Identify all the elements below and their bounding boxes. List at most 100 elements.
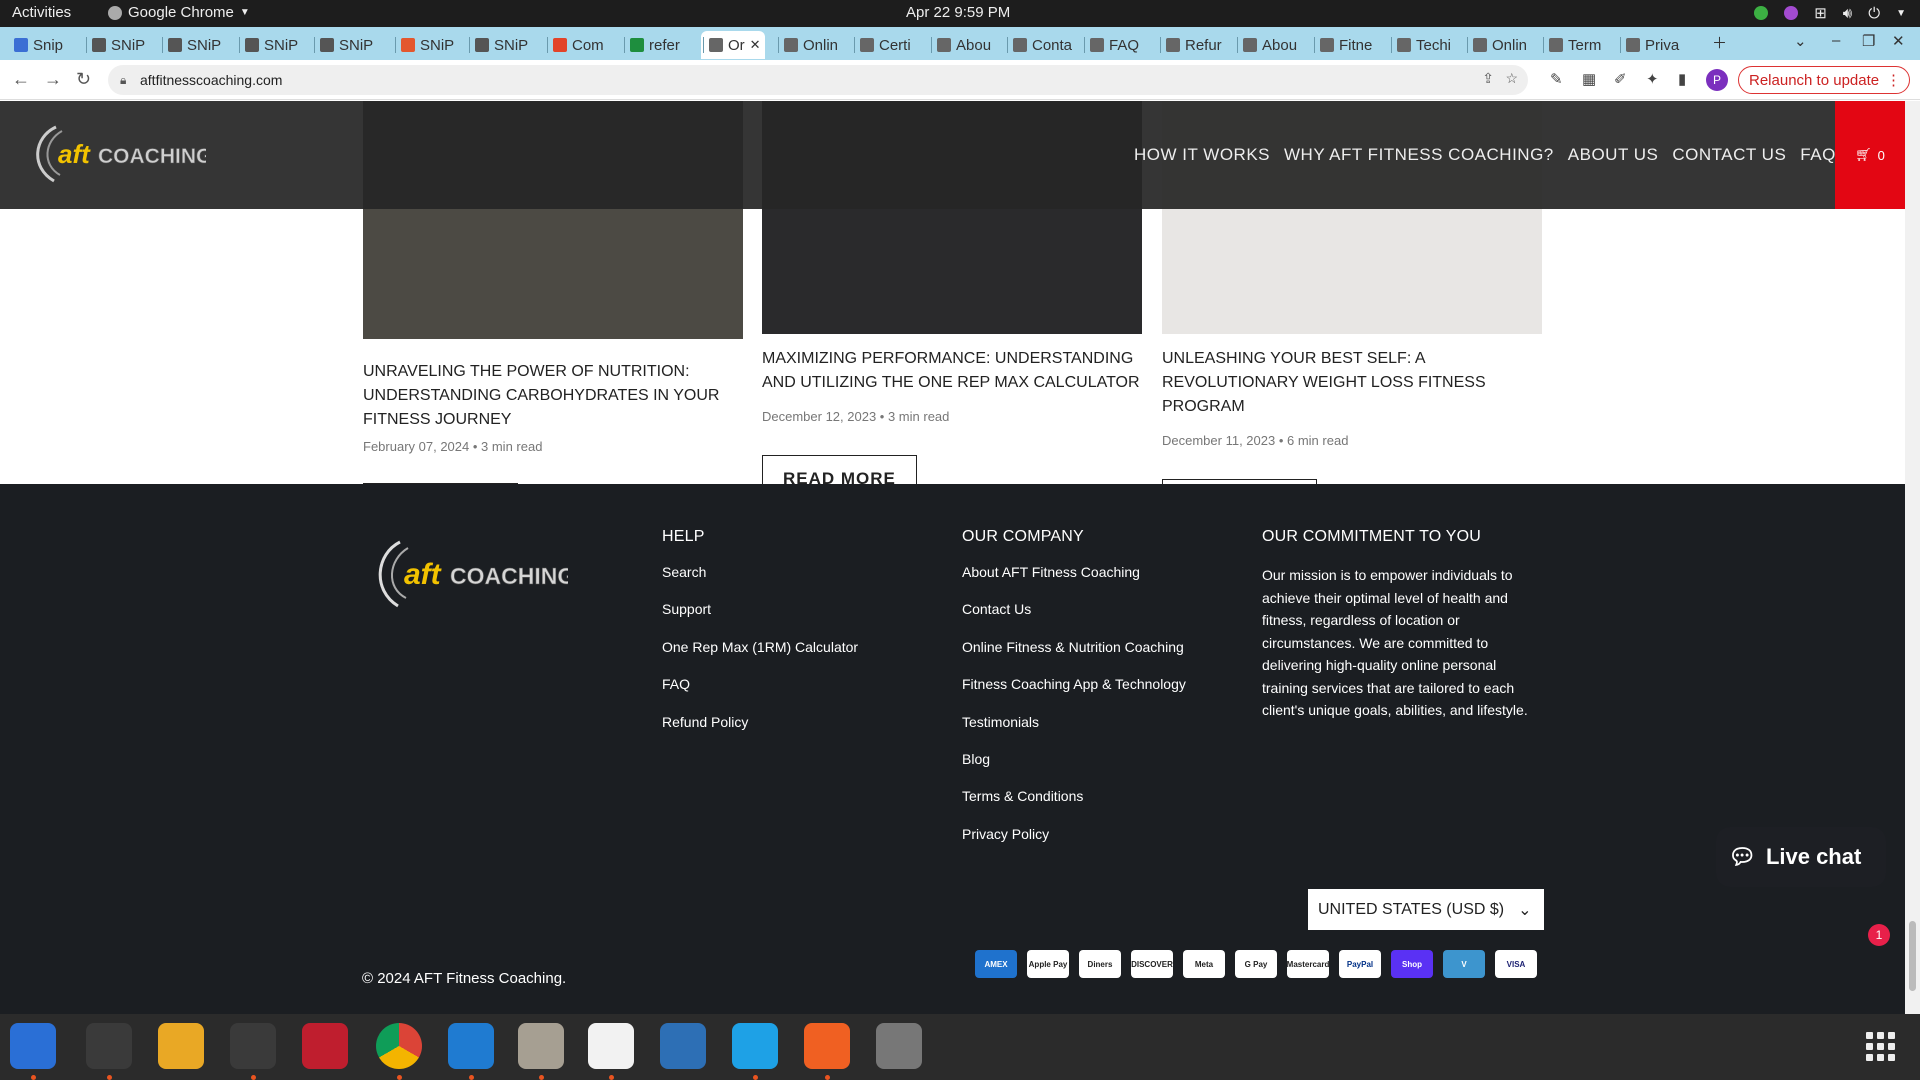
back-icon[interactable]: ← <box>12 69 30 90</box>
site-logo[interactable]: aft COACHING <box>26 119 206 189</box>
tab-techi-18[interactable]: Techi <box>1397 31 1467 59</box>
footer-company-link[interactable]: Terms & Conditions <box>962 788 1186 825</box>
filezilla-icon[interactable] <box>302 1023 348 1069</box>
close-icon[interactable]: ✕ <box>750 37 761 53</box>
tab-priva-21[interactable]: Priva <box>1626 31 1696 59</box>
currency-selector[interactable]: UNITED STATES (USD $) ⌄ <box>1308 889 1544 930</box>
page-scrollbar[interactable] <box>1905 101 1920 1014</box>
tab-fitne-17[interactable]: Fitne <box>1320 31 1390 59</box>
app-menu[interactable]: Google Chrome ▼ <box>108 4 250 21</box>
tab-certi-11[interactable]: Certi <box>860 31 930 59</box>
tab-onlin-10[interactable]: Onlin <box>784 31 854 59</box>
tab-term-20[interactable]: Term <box>1549 31 1619 59</box>
show-applications-icon[interactable] <box>1866 1032 1895 1061</box>
tab-snip-1[interactable]: SNiP <box>92 31 162 59</box>
footer-company-link[interactable]: Privacy Policy <box>962 826 1186 863</box>
terminal-icon[interactable] <box>86 1023 132 1069</box>
reload-icon[interactable]: ↻ <box>76 69 91 90</box>
share-icon[interactable]: ⇪ <box>1482 70 1494 87</box>
update-icon <box>1754 6 1769 20</box>
skype-icon[interactable] <box>732 1023 778 1069</box>
post-read-time: 3 min read <box>887 409 950 424</box>
footer-logo[interactable]: aft COACHING <box>368 534 568 614</box>
tab-favicon-icon <box>1473 38 1487 52</box>
nav-link-3[interactable]: CONTACT US <box>1672 145 1786 165</box>
chevron-down-icon: ▼ <box>1896 7 1906 19</box>
tab-or-9[interactable]: Or ✕ <box>701 31 765 59</box>
footer-company-link[interactable]: Contact Us <box>962 601 1186 638</box>
tab-snip-6[interactable]: SNiP <box>475 31 545 59</box>
tab-conta-13[interactable]: Conta <box>1013 31 1083 59</box>
tab-label: SNiP <box>494 36 529 54</box>
nav-link-4[interactable]: FAQ <box>1800 145 1836 165</box>
bookmark-star-icon[interactable]: ☆ <box>1505 70 1518 87</box>
tab-abou-12[interactable]: Abou <box>937 31 1007 59</box>
tab-snip-3[interactable]: SNiP <box>245 31 315 59</box>
footer-help-link[interactable]: One Rep Max (1RM) Calculator <box>662 639 858 676</box>
url-input[interactable]: 🔒︎ aftfitnesscoaching.com ⇪ ☆ <box>108 65 1528 95</box>
footer-company-link[interactable]: Blog <box>962 751 1186 788</box>
inkscape-icon[interactable] <box>804 1023 850 1069</box>
tab-onlin-19[interactable]: Onlin <box>1473 31 1543 59</box>
activities-button[interactable]: Activities <box>12 4 71 21</box>
tab-label: Techi <box>1416 36 1452 54</box>
extensions-puzzle-icon[interactable]: ✦ <box>1646 70 1659 88</box>
system-monitor-icon[interactable] <box>230 1023 276 1069</box>
tab-favicon-icon <box>860 38 874 52</box>
nav-link-2[interactable]: ABOUT US <box>1568 145 1659 165</box>
post-title[interactable]: Unleashing Your Best Self: A Revolutiona… <box>1162 347 1552 419</box>
tab-snip-2[interactable]: SNiP <box>168 31 238 59</box>
system-tray[interactable]: ⊞ 🔊︎ ⏻ ▼ <box>1754 4 1906 22</box>
restore-icon[interactable]: ❐ <box>1862 32 1875 50</box>
clock[interactable]: Apr 22 9:59 PM <box>906 4 1010 21</box>
post-title[interactable]: Maximizing Performance: Understanding an… <box>762 347 1152 395</box>
disks-icon[interactable] <box>876 1023 922 1069</box>
tab-snip-4[interactable]: SNiP <box>320 31 390 59</box>
footer-company-link[interactable]: Online Fitness & Nutrition Coaching <box>962 639 1186 676</box>
profile-avatar[interactable]: P <box>1706 69 1728 91</box>
calendar-extension-icon[interactable]: ▦ <box>1582 70 1596 88</box>
footer-company-link[interactable]: Fitness Coaching App & Technology <box>962 676 1186 713</box>
pen-extension-icon[interactable]: ✐ <box>1614 70 1627 88</box>
new-tab-icon[interactable]: ＋ <box>1712 32 1727 53</box>
tab-com-7[interactable]: Com <box>553 31 623 59</box>
site-info-icon[interactable]: 🔒︎ <box>120 73 126 88</box>
footer-company-link[interactable]: Testimonials <box>962 714 1186 751</box>
scrollbar-thumb[interactable] <box>1909 921 1916 991</box>
nav-link-0[interactable]: HOW IT WORKS <box>1134 145 1270 165</box>
footer-help-link[interactable]: Search <box>662 564 858 601</box>
window-close-icon[interactable]: ✕ <box>1892 32 1905 50</box>
minimize-icon[interactable]: – <box>1832 32 1840 49</box>
tab-refer-8[interactable]: refer <box>630 31 700 59</box>
tab-refur-15[interactable]: Refur <box>1166 31 1236 59</box>
calculator-icon[interactable] <box>158 1023 204 1069</box>
footer-company-heading: OUR COMPANY <box>962 528 1084 545</box>
side-panel-icon[interactable]: ▮ <box>1678 70 1686 88</box>
footer-help-link[interactable]: Support <box>662 601 858 638</box>
vscode-icon[interactable] <box>448 1023 494 1069</box>
forward-icon[interactable]: → <box>44 69 62 90</box>
footer-company-link[interactable]: About AFT Fitness Coaching <box>962 564 1186 601</box>
tab-search-chevron-icon[interactable]: ⌄ <box>1794 32 1807 50</box>
footer-help-link[interactable]: Refund Policy <box>662 714 858 751</box>
tab-separator <box>162 37 163 53</box>
tab-faq-14[interactable]: FAQ <box>1090 31 1160 59</box>
files-icon[interactable] <box>518 1023 564 1069</box>
chrome-icon[interactable] <box>376 1023 422 1069</box>
relaunch-button[interactable]: Relaunch to update ⋮ <box>1738 66 1910 94</box>
nav-link-1[interactable]: WHY AFT FITNESS COACHING? <box>1284 145 1554 165</box>
tab-abou-16[interactable]: Abou <box>1243 31 1313 59</box>
post-title[interactable]: Unraveling the Power of Nutrition: Under… <box>363 360 753 432</box>
tab-separator <box>624 37 625 53</box>
tab-snip-5[interactable]: SNiP <box>401 31 471 59</box>
tab-snip-0[interactable]: Snip <box>14 31 84 59</box>
eyedropper-extension-icon[interactable]: ✎ <box>1550 70 1563 88</box>
tab-label: Priva <box>1645 36 1680 54</box>
live-chat-button[interactable]: 💬︎ Live chat <box>1716 827 1886 887</box>
thunderbird-icon[interactable] <box>10 1023 56 1069</box>
cart-button[interactable]: 🛒︎ 0 <box>1835 101 1905 209</box>
document-viewer-icon[interactable] <box>660 1023 706 1069</box>
tab-separator <box>1237 37 1238 53</box>
footer-help-link[interactable]: FAQ <box>662 676 858 713</box>
text-editor-icon[interactable] <box>588 1023 634 1069</box>
